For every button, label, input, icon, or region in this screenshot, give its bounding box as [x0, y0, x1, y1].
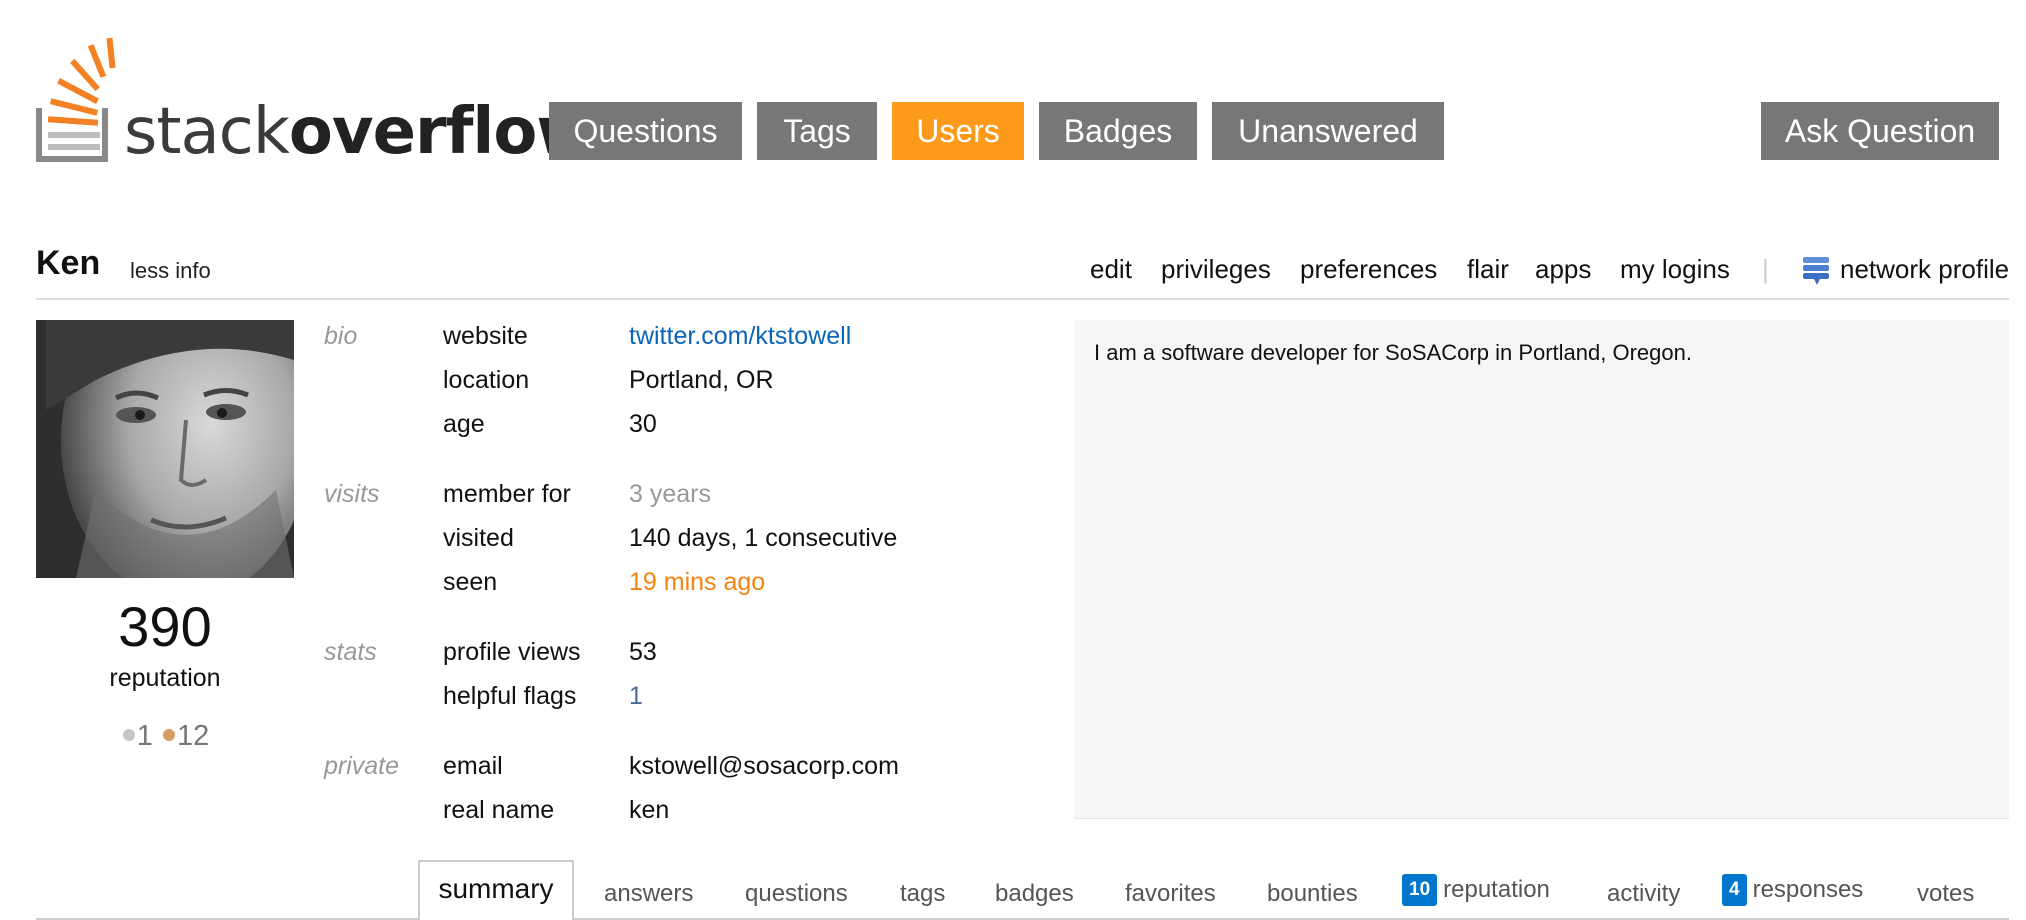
email-value: kstowell@sosacorp.com: [629, 752, 899, 780]
age-value: 30: [629, 410, 657, 438]
network-profile-icon[interactable]: [1802, 256, 1830, 286]
bronze-badge-count: 12: [176, 720, 210, 752]
title-divider: [36, 298, 2009, 300]
bronze-badge-icon: [162, 729, 175, 742]
my-logins-link[interactable]: my logins: [1620, 254, 1730, 285]
nav-questions[interactable]: Questions: [549, 102, 742, 160]
about-me-text: I am a software developer for SoSACorp i…: [1094, 340, 1692, 365]
tab-reputation-label: reputation: [1443, 876, 1550, 903]
profile-views-value: 53: [629, 638, 657, 666]
stack-logo-icon: [36, 37, 116, 162]
ask-question-button[interactable]: Ask Question: [1761, 102, 1999, 160]
location-value: Portland, OR: [629, 366, 774, 394]
edit-link[interactable]: edit: [1090, 254, 1132, 285]
reputation-count-badge: 10: [1402, 874, 1438, 906]
tab-responses-label: responses: [1752, 876, 1864, 903]
privileges-link[interactable]: privileges: [1161, 254, 1271, 285]
badge-counts[interactable]: 1 12: [36, 720, 294, 753]
nav-tags[interactable]: Tags: [757, 102, 877, 160]
stats-section-label: stats: [324, 638, 377, 666]
about-me-box: I am a software developer for SoSACorp i…: [1074, 320, 2009, 819]
website-label: website: [443, 322, 528, 350]
user-display-name: Ken: [36, 244, 101, 282]
avatar-photo: [36, 320, 294, 578]
member-for-label: member for: [443, 480, 571, 508]
tab-answers[interactable]: answers: [604, 880, 693, 908]
logo-wordmark: stackoverflow: [124, 100, 595, 164]
reputation-label: reputation: [109, 664, 221, 692]
tab-bounties[interactable]: bounties: [1267, 880, 1358, 908]
helpful-flags-value[interactable]: 1: [629, 682, 643, 711]
bio-section-label: bio: [324, 322, 358, 350]
tab-badges[interactable]: badges: [995, 880, 1074, 908]
email-label: email: [443, 752, 503, 780]
tab-reputation[interactable]: 10 reputation: [1402, 874, 1550, 906]
visits-section-label: visits: [324, 480, 380, 508]
tab-tags[interactable]: tags: [900, 880, 945, 908]
profile-views-label: profile views: [443, 638, 581, 666]
links-separator: |: [1762, 254, 1769, 284]
private-section-label: private: [324, 752, 400, 780]
helpful-flags-label: helpful flags: [443, 682, 577, 710]
visited-value: 140 days, 1 consecutive: [629, 524, 898, 552]
apps-link[interactable]: apps: [1535, 254, 1591, 285]
age-label: age: [443, 410, 485, 438]
nav-users[interactable]: Users: [892, 102, 1024, 160]
nav-badges[interactable]: Badges: [1039, 102, 1197, 160]
location-label: location: [443, 366, 530, 394]
tab-votes[interactable]: votes: [1917, 880, 1974, 908]
tab-questions[interactable]: questions: [745, 880, 848, 908]
tab-responses[interactable]: 4 responses: [1722, 874, 1863, 906]
less-info-link[interactable]: less info: [130, 258, 211, 284]
visited-label: visited: [443, 524, 514, 552]
seen-value: 19 mins ago: [629, 568, 766, 596]
real-name-label: real name: [443, 796, 555, 824]
tab-activity[interactable]: activity: [1607, 880, 1680, 908]
tab-favorites[interactable]: favorites: [1125, 880, 1216, 908]
network-profile-link[interactable]: network profile: [1840, 254, 2009, 285]
flair-link[interactable]: flair: [1467, 254, 1509, 285]
seen-label: seen: [443, 568, 498, 596]
nav-unanswered[interactable]: Unanswered: [1212, 102, 1444, 160]
silver-badge-count: 1: [136, 720, 153, 752]
logo-word-light: stack: [124, 95, 290, 169]
responses-count-badge: 4: [1722, 874, 1747, 906]
silver-badge-icon: [122, 729, 135, 742]
reputation-score[interactable]: 390: [36, 594, 294, 659]
member-for-value: 3 years: [629, 480, 711, 508]
real-name-value: ken: [629, 796, 670, 824]
stackoverflow-logo[interactable]: stackoverflow: [36, 32, 595, 164]
tab-summary[interactable]: summary: [418, 860, 574, 920]
user-avatar[interactable]: [36, 320, 294, 578]
website-link[interactable]: twitter.com/ktstowell: [629, 322, 851, 351]
preferences-link[interactable]: preferences: [1300, 254, 1437, 285]
